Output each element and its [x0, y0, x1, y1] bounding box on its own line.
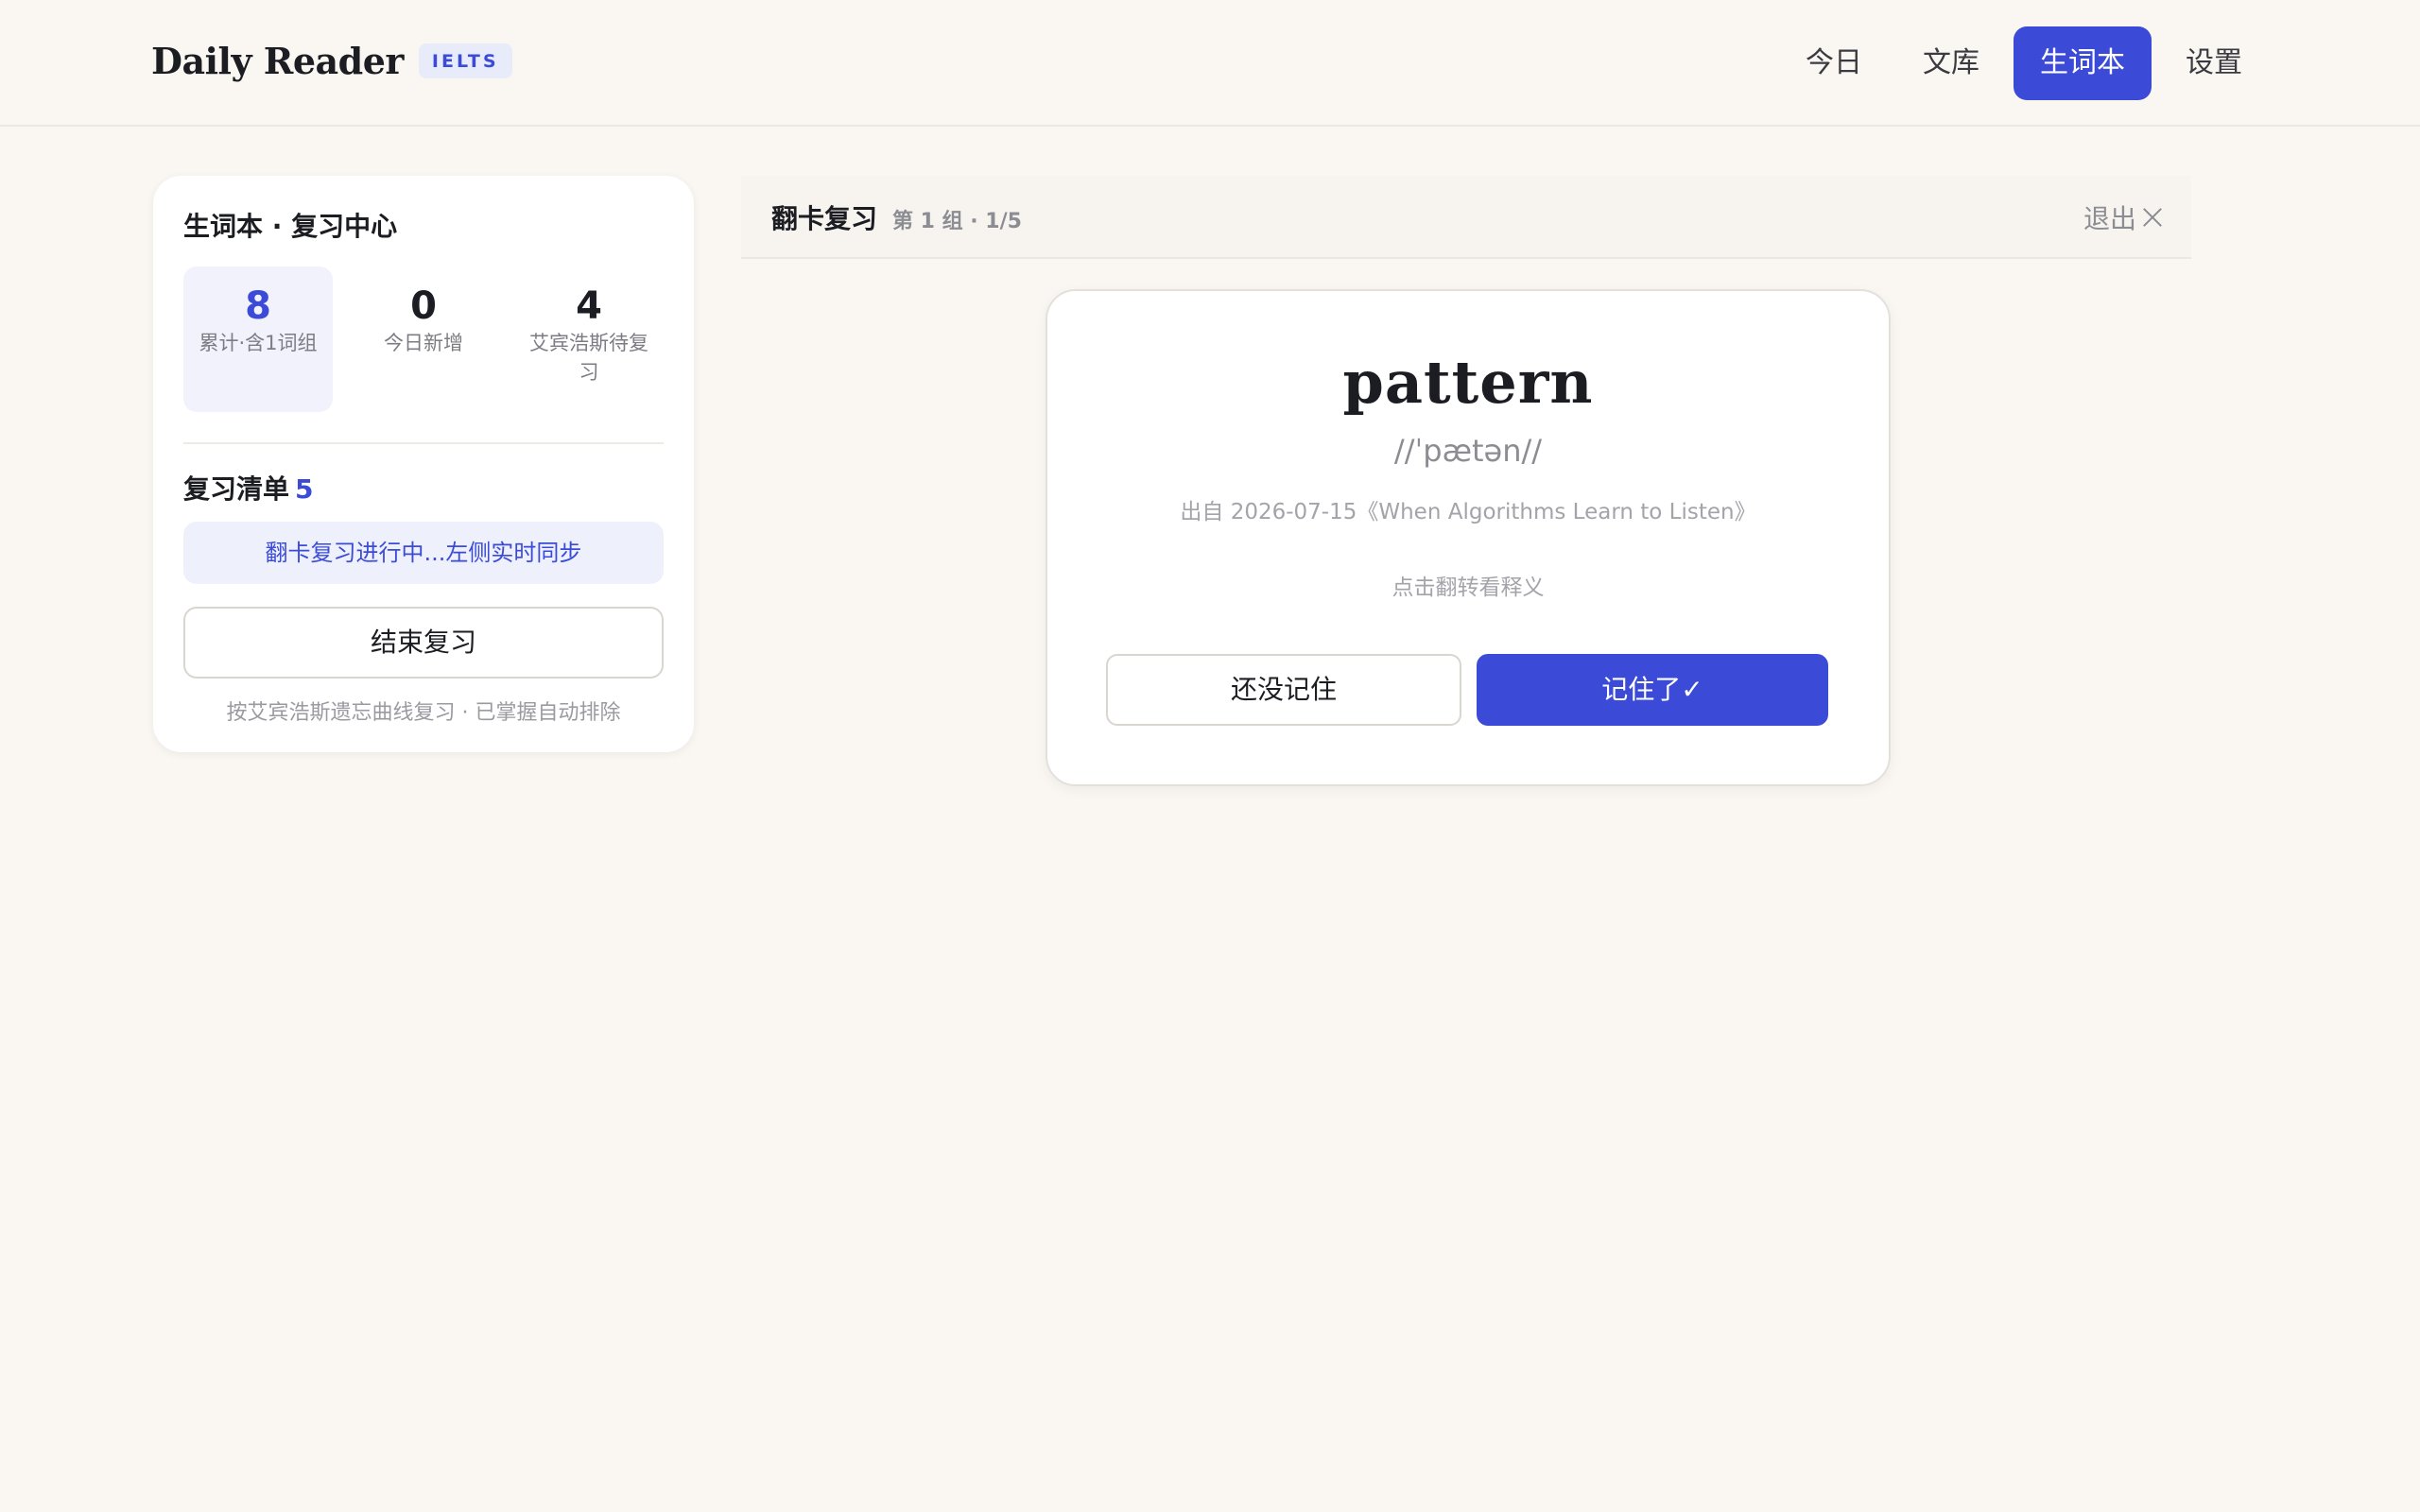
card-word: pattern: [1342, 348, 1594, 417]
review-title: 翻卡复习: [771, 203, 878, 234]
stat-total[interactable]: 8 累计·含1词组: [183, 266, 333, 412]
close-icon: [2142, 207, 2163, 228]
panel-title: 生词本 · 复习中心: [183, 211, 398, 242]
stat-total-value: 8: [245, 284, 271, 328]
card-actions: 还没记住 记住了✓: [1106, 654, 1828, 726]
review-header: 翻卡复习 第 1 组 · 1/5 退出: [741, 176, 2191, 259]
stat-total-label: 累计·含1词组: [199, 332, 318, 354]
exam-badge: IELTS: [418, 43, 512, 78]
review-list-count: 5: [295, 473, 314, 505]
review-list-label: 复习清单: [183, 473, 290, 505]
brand[interactable]: Daily Reader IELTS: [151, 40, 512, 82]
nav-item-library[interactable]: 文库: [1896, 26, 2006, 100]
card-phonetic: //ˈpætən//: [1393, 433, 1543, 469]
exit-button[interactable]: 退出: [2083, 198, 2163, 236]
nav-item-vocabulary[interactable]: 生词本: [2014, 26, 2152, 100]
syncing-status: 翻卡复习进行中...左侧实时同步: [183, 522, 664, 584]
nav-item-today[interactable]: 今日: [1779, 26, 1889, 100]
flashcard[interactable]: pattern //ˈpætən// 出自 2026-07-15《When Al…: [1046, 289, 1891, 786]
stats-row: 8 累计·含1词组 0 今日新增 4 艾宾浩斯待复习: [183, 266, 664, 412]
remembered-button[interactable]: 记住了✓: [1477, 654, 1828, 726]
review-progress: 第 1 组 · 1/5: [892, 210, 1022, 233]
divider: [183, 442, 664, 444]
stat-new-today[interactable]: 0 今日新增: [349, 266, 498, 412]
stat-due-review-label: 艾宾浩斯待复习: [529, 332, 648, 384]
review-list-title: 复习清单 5: [183, 469, 664, 507]
card-source: 出自 2026-07-15《When Algorithms Learn to L…: [1180, 500, 1756, 524]
exit-label: 退出: [2083, 203, 2136, 234]
top-header: Daily Reader IELTS 今日 文库 生词本 设置: [0, 0, 2420, 127]
nav-item-settings[interactable]: 设置: [2159, 26, 2269, 100]
flip-hint: 点击翻转看释义: [1392, 576, 1545, 600]
brand-title: Daily Reader: [151, 40, 404, 82]
stat-new-today-label: 今日新增: [384, 332, 463, 354]
end-review-button[interactable]: 结束复习: [183, 607, 664, 679]
stat-due-review[interactable]: 4 艾宾浩斯待复习: [514, 266, 664, 412]
main-nav: 今日 文库 生词本 设置: [1772, 26, 2269, 100]
stat-new-today-value: 0: [410, 284, 437, 328]
review-hint: 按艾宾浩斯遗忘曲线复习 · 已掌握自动排除: [226, 701, 621, 725]
stat-due-review-value: 4: [576, 284, 602, 328]
not-remembered-button[interactable]: 还没记住: [1106, 654, 1461, 726]
review-center-panel: 生词本 · 复习中心 8 累计·含1词组 0 今日新增 4 艾宾浩斯待复习 复习…: [153, 176, 694, 752]
